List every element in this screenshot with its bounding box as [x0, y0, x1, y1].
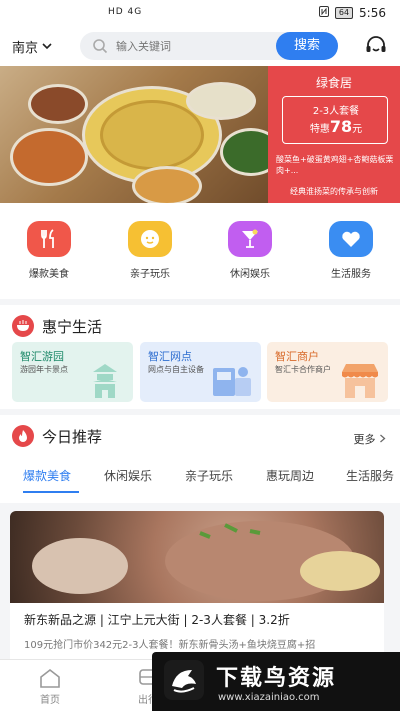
active-tab-indicator [23, 491, 79, 493]
card-title: 智汇网点 [148, 350, 192, 363]
watermark: 下载鸟资源 www.xiazainiao.com [152, 652, 400, 711]
status-bar: HD 4G 64 5:56 [0, 0, 400, 26]
category-label: 生活服务 [331, 269, 371, 280]
search-bar: 搜索 [80, 32, 338, 60]
recommend-section: 今日推荐 更多 爆款美食 休闲娱乐 亲子玩乐 惠玩周边 生活服务 [0, 409, 400, 503]
more-label: 更多 [353, 433, 376, 446]
huining-card-park[interactable]: 智汇游园 游园年卡景点 [12, 342, 133, 402]
customer-service-icon[interactable] [364, 34, 388, 62]
chevron-right-icon [379, 433, 386, 446]
cocktail-icon [228, 221, 272, 257]
card-title: 智汇游园 [20, 350, 64, 363]
signal-indicator: HD 4G [108, 7, 143, 17]
category-family[interactable]: 亲子玩乐 [110, 221, 190, 280]
huining-section: 惠宁生活 智汇游园 游园年卡景点 智汇网点 网点与自主设备 智汇商户 智汇卡合作… [0, 299, 400, 409]
chevron-down-icon [42, 39, 52, 54]
home-icon [40, 668, 60, 688]
banner-price-value: 78 [329, 117, 353, 136]
search-icon [92, 38, 108, 58]
deal-title: 新东新品之源 | 江宁上元大街 | 2-3人套餐 | 3.2折 [24, 613, 290, 627]
search-input[interactable] [116, 37, 256, 55]
huining-card-merchant[interactable]: 智汇商户 智汇卡合作商户 [267, 342, 388, 402]
fork-knife-icon [27, 221, 71, 257]
tab-nearby[interactable]: 惠玩周边 [266, 467, 314, 484]
recommend-tabs: 爆款美食 休闲娱乐 亲子玩乐 惠玩周边 生活服务 [0, 467, 400, 497]
deal-image [10, 511, 384, 603]
nfc-icon [318, 6, 329, 20]
deal-card[interactable]: 新东新品之源 | 江宁上元大街 | 2-3人套餐 | 3.2折 109元抢门市价… [10, 511, 384, 671]
feed: 新东新品之源 | 江宁上元大街 | 2-3人套餐 | 3.2折 109元抢门市价… [0, 503, 400, 671]
heart-icon [329, 221, 373, 257]
category-label: 休闲娱乐 [230, 269, 270, 280]
header: 南京 搜索 [0, 26, 400, 66]
category-food[interactable]: 爆款美食 [9, 221, 89, 280]
bird-logo-icon [164, 660, 204, 700]
banner-offer-panel: 绿食居 2-3人套餐 特惠78元 酸菜鱼+破蛋黄鸡翅+杏鲍菇板栗肉+... 经典… [268, 66, 400, 203]
clock: 5:56 [359, 6, 386, 20]
status-right: 64 5:56 [318, 6, 386, 20]
promo-banner[interactable]: 绿食居 2-3人套餐 特惠78元 酸菜鱼+破蛋黄鸡翅+杏鲍菇板栗肉+... 经典… [0, 66, 400, 203]
smiley-icon [128, 221, 172, 257]
card-title: 智汇商户 [275, 350, 319, 363]
bowl-icon [12, 315, 34, 337]
recommend-title: 今日推荐 [12, 425, 102, 447]
huining-title-text: 惠宁生活 [42, 317, 103, 336]
category-label: 亲子玩乐 [130, 269, 170, 280]
category-grid: 爆款美食 亲子玩乐 休闲娱乐 生活服务 [0, 203, 400, 299]
tab-food[interactable]: 爆款美食 [23, 467, 71, 484]
banner-price: 特惠78元 [283, 117, 389, 136]
city-selector[interactable]: 南京 [12, 37, 52, 56]
banner-dishes: 酸菜鱼+破蛋黄鸡翅+杏鲍菇板栗肉+... [276, 155, 394, 175]
pagoda-icon [93, 364, 117, 398]
tab-services[interactable]: 生活服务 [346, 467, 394, 484]
tab-family[interactable]: 亲子玩乐 [185, 467, 233, 484]
city-label: 南京 [12, 41, 39, 56]
shop-icon [342, 364, 378, 398]
banner-food-image [0, 66, 282, 203]
more-link[interactable]: 更多 [354, 431, 387, 447]
card-desc: 智汇卡合作商户 [275, 365, 331, 374]
category-leisure[interactable]: 休闲娱乐 [210, 221, 290, 280]
banner-price-prefix: 特惠 [309, 124, 330, 135]
card-desc: 游园年卡景点 [20, 365, 68, 374]
category-label: 爆款美食 [29, 269, 69, 280]
search-button[interactable]: 搜索 [276, 32, 338, 60]
deal-description: 109元抢门市价342元2-3人套餐！新东新骨头汤+鱼块烧豆腐+招 [24, 640, 316, 651]
battery-icon: 64 [334, 7, 354, 19]
banner-combo: 2-3人套餐 [312, 106, 360, 117]
tab-leisure[interactable]: 休闲娱乐 [104, 467, 152, 484]
huining-card-outlet[interactable]: 智汇网点 网点与自主设备 [140, 342, 261, 402]
nav-label: 首页 [40, 695, 60, 706]
card-desc: 网点与自主设备 [148, 365, 204, 374]
banner-price-unit: 元 [352, 124, 363, 135]
flame-icon [12, 425, 34, 447]
banner-restaurant: 绿食居 [315, 76, 352, 90]
atm-icon [213, 367, 251, 396]
banner-slogan: 经典淮扬菜的传承与创新 [290, 187, 378, 196]
banner-offer-box: 2-3人套餐 特惠78元 [282, 96, 388, 144]
watermark-url: www.xiazainiao.com [218, 692, 320, 703]
nav-home[interactable]: 首页 [20, 668, 80, 706]
recommend-title-text: 今日推荐 [42, 427, 103, 446]
watermark-text: 下载鸟资源 [216, 666, 337, 691]
huining-title: 惠宁生活 [12, 315, 102, 337]
category-life[interactable]: 生活服务 [311, 221, 391, 280]
